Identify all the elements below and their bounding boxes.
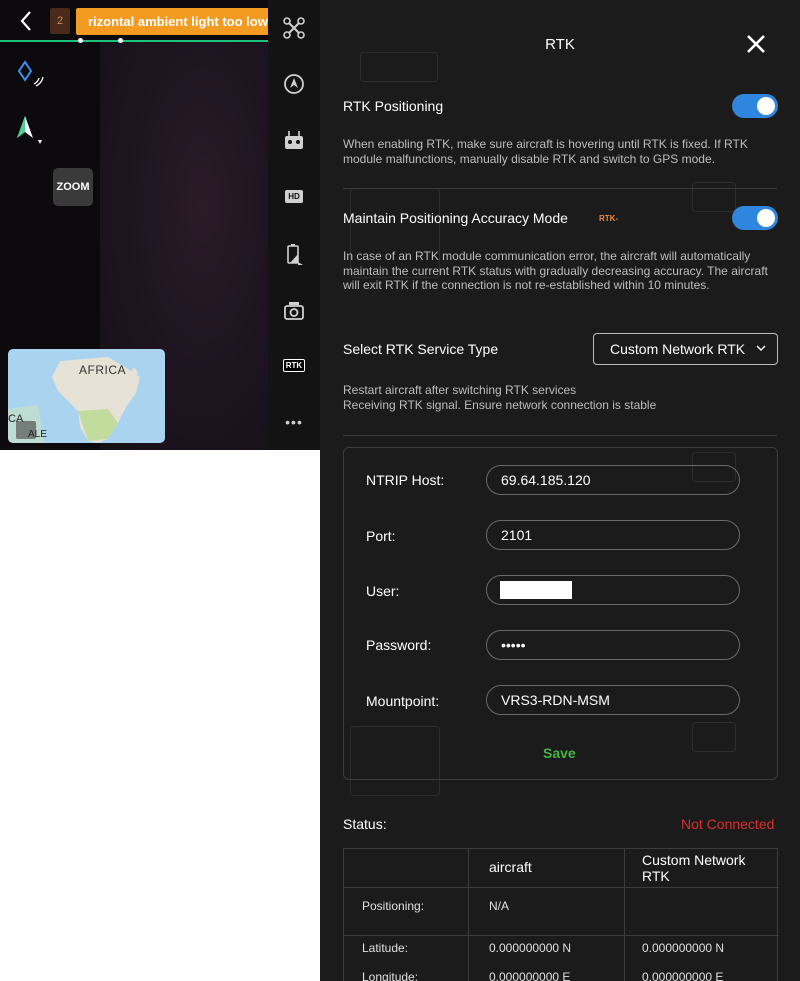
hd-icon: HD bbox=[285, 189, 303, 203]
rtk-status-badge: RTK- bbox=[599, 214, 619, 223]
remote-controller-icon[interactable] bbox=[280, 127, 308, 155]
table-cell: N/A bbox=[489, 899, 510, 913]
table-row-label: Latitude: bbox=[362, 941, 409, 955]
table-divider bbox=[344, 887, 779, 888]
ntrip-settings-form: NTRIP Host: 69.64.185.120 Port: 2101 Use… bbox=[343, 447, 778, 780]
service-note-restart: Restart aircraft after switching RTK ser… bbox=[343, 383, 577, 397]
mountpoint-input[interactable]: VRS3-RDN-MSM bbox=[486, 685, 740, 715]
redacted-username bbox=[500, 581, 572, 599]
toggle-knob bbox=[757, 97, 775, 115]
progress-marker bbox=[118, 38, 123, 43]
navigation-arrow-icon[interactable] bbox=[12, 112, 46, 148]
zoom-button[interactable]: ZOOM bbox=[53, 168, 93, 206]
map-scale-label: ALE bbox=[28, 429, 47, 440]
rtk-settings-tab[interactable]: RTK bbox=[280, 351, 308, 379]
service-note-signal: Receiving RTK signal. Ensure network con… bbox=[343, 398, 657, 412]
ntrip-host-label: NTRIP Host: bbox=[366, 472, 445, 488]
section-divider bbox=[343, 435, 777, 436]
mountpoint-label: Mountpoint: bbox=[366, 693, 440, 709]
flight-progress-line bbox=[0, 40, 270, 42]
battery-shape-icon bbox=[287, 244, 303, 265]
compass-circle-icon bbox=[284, 74, 304, 94]
port-input[interactable]: 2101 bbox=[486, 520, 740, 550]
controller-icon bbox=[285, 131, 303, 149]
status-label: Status: bbox=[343, 816, 387, 832]
accuracy-mode-toggle[interactable] bbox=[732, 206, 778, 230]
close-button[interactable] bbox=[744, 32, 768, 56]
service-type-label: Select RTK Service Type bbox=[343, 341, 499, 357]
camera-icon bbox=[284, 302, 304, 320]
password-label: Password: bbox=[366, 637, 432, 653]
password-input[interactable]: ••••• bbox=[486, 630, 740, 660]
camera-settings-icon[interactable] bbox=[280, 296, 308, 324]
table-divider bbox=[344, 935, 779, 936]
table-cell: 0.000000000 E bbox=[489, 970, 571, 981]
column-header-network-sub: RTK bbox=[642, 868, 670, 884]
settings-sidebar: HD RTK ••• bbox=[268, 0, 320, 450]
accuracy-mode-label: Maintain Positioning Accuracy Mode bbox=[343, 210, 568, 226]
aircraft-icon[interactable] bbox=[280, 14, 308, 42]
user-input[interactable] bbox=[486, 575, 740, 605]
rtk-positioning-label: RTK Positioning bbox=[343, 98, 444, 114]
battery-icon[interactable] bbox=[280, 240, 308, 268]
chevron-left-icon bbox=[20, 11, 31, 31]
hd-transmission-icon[interactable]: HD bbox=[280, 182, 308, 210]
column-header-network: Custom Network bbox=[642, 852, 746, 868]
map-region-label: AFRICA bbox=[79, 363, 127, 377]
toggle-knob bbox=[757, 209, 775, 227]
warning-banner[interactable]: rizontal ambient light too low. Ho bbox=[76, 8, 270, 35]
table-cell: 0.000000000 N bbox=[642, 941, 725, 955]
location-icon[interactable] bbox=[14, 58, 48, 92]
drone-icon bbox=[283, 17, 305, 39]
table-cell: 0.000000000 N bbox=[489, 941, 572, 955]
table-divider bbox=[468, 849, 469, 981]
user-label: User: bbox=[366, 583, 400, 599]
rtk-settings-panel: RTK RTK Positioning When enabling RTK, m… bbox=[320, 0, 800, 981]
service-type-dropdown[interactable]: Custom Network RTK bbox=[593, 333, 778, 365]
rtk-icon: RTK bbox=[282, 358, 306, 372]
flight-mode-icon[interactable] bbox=[280, 70, 308, 98]
progress-marker bbox=[78, 38, 83, 43]
table-row-label: Longitude: bbox=[362, 970, 419, 981]
chevron-down-icon bbox=[756, 345, 766, 351]
back-button[interactable] bbox=[14, 8, 38, 34]
mini-map[interactable]: AFRICA CA ALE bbox=[8, 349, 165, 443]
notification-count[interactable]: 2 bbox=[50, 8, 70, 34]
connection-status-value: Not Connected bbox=[681, 816, 775, 832]
table-row-label: Positioning: bbox=[362, 899, 425, 913]
port-label: Port: bbox=[366, 528, 396, 544]
ntrip-host-input[interactable]: 69.64.185.120 bbox=[486, 465, 740, 495]
accuracy-mode-description: In case of an RTK module communication e… bbox=[343, 249, 768, 292]
table-cell: 0.000000000 E bbox=[642, 970, 724, 981]
table-divider bbox=[624, 849, 625, 981]
section-divider bbox=[343, 188, 777, 189]
diamond-location-icon bbox=[17, 60, 44, 87]
rtk-positioning-toggle[interactable] bbox=[732, 94, 778, 118]
rtk-positioning-description: When enabling RTK, make sure aircraft is… bbox=[343, 137, 748, 166]
camera-view: 2 rizontal ambient light too low. Ho ZOO… bbox=[0, 0, 320, 450]
compass-arrow-icon bbox=[17, 116, 42, 144]
service-type-selected: Custom Network RTK bbox=[610, 341, 746, 357]
map-corner-label: CA bbox=[8, 413, 24, 425]
rtk-status-table: aircraft Custom Network RTK Positioning:… bbox=[343, 848, 779, 981]
panel-title: RTK bbox=[545, 36, 575, 53]
more-icon[interactable]: ••• bbox=[280, 408, 308, 436]
column-header-aircraft: aircraft bbox=[489, 859, 532, 875]
close-icon bbox=[747, 35, 765, 53]
save-button[interactable]: Save bbox=[543, 745, 576, 761]
